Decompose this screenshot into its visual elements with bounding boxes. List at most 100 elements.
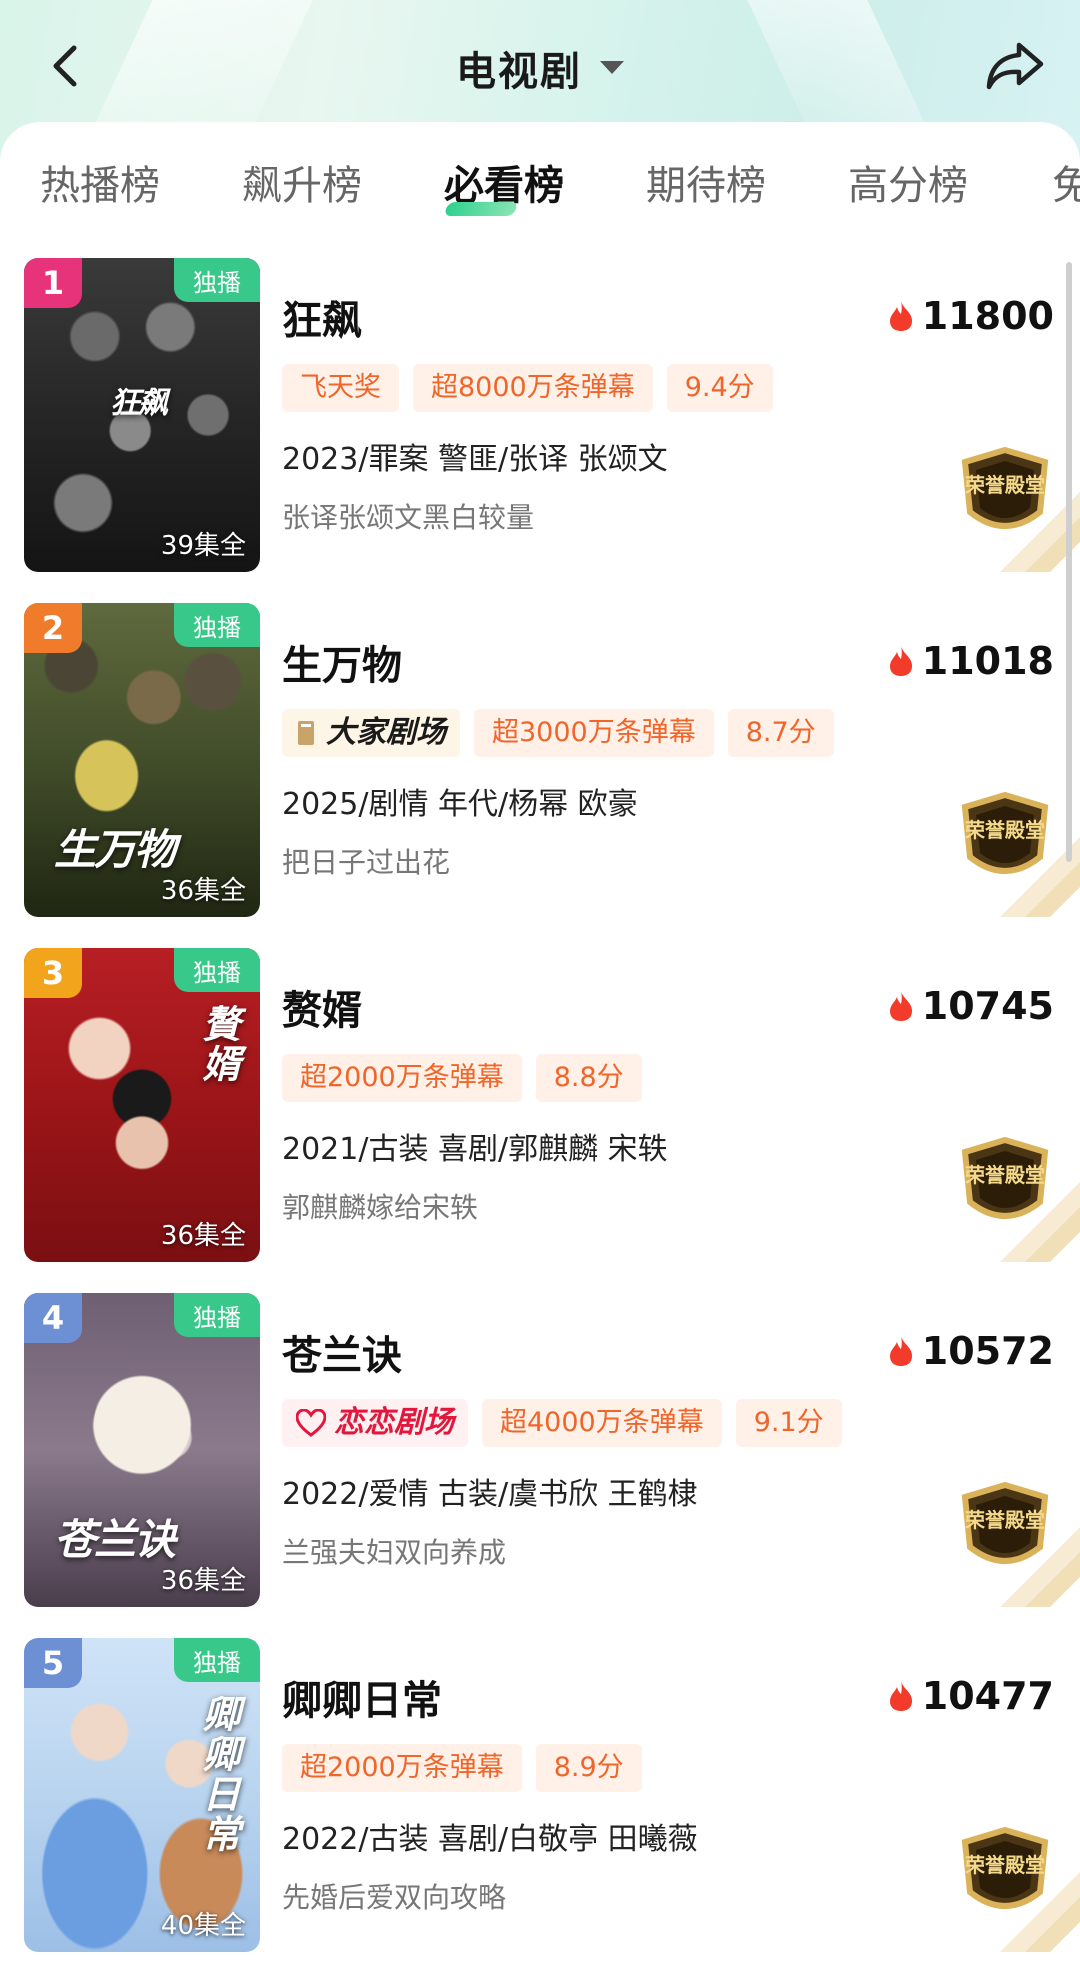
tab-hot[interactable]: 热播榜 [40, 156, 160, 216]
heat-value: 11018 [921, 639, 1054, 683]
share-arrow-icon [986, 42, 1044, 90]
drama-description: 兰强夫妇双向养成 [282, 1536, 507, 1569]
drama-description: 先婚后爱双向攻略 [282, 1881, 507, 1914]
heat-score: 10745 [888, 984, 1054, 1028]
rank-badge: 3 [24, 948, 82, 998]
episode-count: 40集全 [160, 1911, 246, 1941]
flame-icon [889, 646, 912, 676]
tag-row: 超2000万条弹幕 8.8分 [282, 1054, 642, 1102]
title-dropdown[interactable]: 电视剧 [0, 40, 1080, 96]
rank-badge: 5 [24, 1638, 82, 1688]
exclusive-badge: 独播 [174, 948, 260, 992]
heat-score: 11800 [888, 294, 1054, 338]
heart-icon [296, 1409, 326, 1437]
tag-row: 大家剧场 超3000万条弹幕 8.7分 [282, 709, 834, 757]
honor-hall-badge-icon: 荣誉殿堂 [961, 1481, 1080, 1607]
honor-hall-badge-icon: 荣誉殿堂 [961, 1136, 1080, 1262]
episode-count: 36集全 [160, 876, 246, 906]
exclusive-badge: 独播 [174, 1293, 260, 1337]
poster-image[interactable]: 生万物 2 独播 36集全 [24, 603, 260, 917]
honor-badge-text: 荣誉殿堂 [964, 1163, 1045, 1187]
flame-icon [889, 991, 912, 1021]
share-button[interactable] [980, 34, 1050, 98]
poster-title: 苍兰诀 [54, 1515, 176, 1564]
episode-count: 36集全 [160, 1566, 246, 1596]
poster-image[interactable]: 贅婿 3 独播 36集全 [24, 948, 260, 1262]
flame-icon [889, 1681, 912, 1711]
heat-value: 10745 [921, 984, 1054, 1028]
tag-row: 飞天奖 超8000万条弹幕 9.4分 [282, 364, 773, 412]
book-icon [298, 721, 314, 745]
drama-description: 把日子过出花 [282, 846, 451, 879]
list-item[interactable]: 苍兰诀 4 独播 36集全 苍兰诀 10572 恋恋剧场 超4000万条弹幕 9… [0, 1293, 1080, 1609]
rank-badge: 4 [24, 1293, 82, 1343]
top-nav-bar: 电视剧 [0, 0, 1080, 130]
theater-logo-text: 大家剧场 [326, 715, 446, 750]
poster-image[interactable]: 苍兰诀 4 独播 36集全 [24, 1293, 260, 1607]
honor-badge-text: 荣誉殿堂 [964, 818, 1045, 842]
heat-value: 10477 [921, 1674, 1054, 1718]
tag-row: 恋恋剧场 超4000万条弹幕 9.1分 [282, 1399, 842, 1447]
honor-hall-badge-icon: 荣誉殿堂 [961, 446, 1080, 572]
tag-row: 超2000万条弹幕 8.9分 [282, 1744, 642, 1792]
tab-anticipated[interactable]: 期待榜 [646, 156, 766, 216]
drama-title[interactable]: 苍兰诀 [282, 1323, 402, 1381]
flame-icon [889, 1336, 912, 1366]
exclusive-badge: 独播 [174, 603, 260, 647]
tab-high-score[interactable]: 高分榜 [848, 156, 968, 216]
tag-score: 9.1分 [735, 1399, 842, 1447]
theater-logo-tag: 大家剧场 [282, 709, 460, 757]
drama-description: 张译张颂文黑白较量 [282, 501, 535, 534]
drama-title[interactable]: 赘婿 [282, 978, 362, 1036]
poster-image[interactable]: 卿卿日常 5 独播 40集全 [24, 1638, 260, 1952]
exclusive-badge: 独播 [174, 258, 260, 302]
ranking-tabs: 热播榜 飙升榜 必看榜 期待榜 高分榜 免 [0, 148, 1080, 228]
drama-title[interactable]: 生万物 [282, 633, 402, 691]
flame-icon [889, 301, 912, 331]
theater-logo-text: 恋恋剧场 [334, 1405, 454, 1440]
episode-count: 36集全 [160, 1221, 246, 1251]
drama-meta: 2022/古装 喜剧/白敬亭 田曦薇 [282, 1822, 698, 1857]
scrollbar[interactable] [1066, 262, 1072, 862]
tab-rising[interactable]: 飙升榜 [242, 156, 362, 216]
tag-danmaku: 超2000万条弹幕 [282, 1054, 522, 1102]
honor-badge-text: 荣誉殿堂 [964, 473, 1045, 497]
tag-score: 9.4分 [666, 364, 773, 412]
list-item[interactable]: 卿卿日常 5 独播 40集全 卿卿日常 10477 超2000万条弹幕 8.9分… [0, 1638, 1080, 1954]
list-item[interactable]: 生万物 2 独播 36集全 生万物 11018 大家剧场 超3000万条弹幕 8… [0, 603, 1080, 919]
rank-badge: 1 [24, 258, 82, 308]
honor-badge-text: 荣誉殿堂 [964, 1853, 1045, 1877]
heat-value: 11800 [921, 294, 1054, 338]
drama-title[interactable]: 狂飙 [282, 288, 362, 346]
tab-more[interactable]: 免 [1052, 156, 1080, 216]
tag-danmaku: 超2000万条弹幕 [282, 1744, 522, 1792]
tag-score: 8.9分 [535, 1744, 642, 1792]
drama-meta: 2021/古装 喜剧/郭麒麟 宋轶 [282, 1132, 668, 1167]
drama-meta: 2025/剧情 年代/杨幂 欧豪 [282, 787, 638, 822]
tag-score: 8.7分 [727, 709, 834, 757]
poster-title: 卿卿日常 [196, 1694, 241, 1854]
honor-hall-badge-icon: 荣誉殿堂 [961, 1826, 1080, 1952]
honor-hall-badge-icon: 荣誉殿堂 [961, 791, 1080, 917]
drama-title[interactable]: 卿卿日常 [282, 1668, 442, 1726]
drama-meta: 2022/爱情 古装/虞书欣 王鹤棣 [282, 1477, 698, 1512]
poster-title: 贅婿 [196, 1004, 241, 1084]
heat-score: 10477 [888, 1674, 1054, 1718]
episode-count: 39集全 [160, 531, 246, 561]
list-item[interactable]: 贅婿 3 独播 36集全 赘婿 10745 超2000万条弹幕 8.8分 202… [0, 948, 1080, 1264]
page-title: 电视剧 [456, 49, 582, 95]
theater-logo-tag: 恋恋剧场 [282, 1399, 468, 1447]
heat-score: 10572 [888, 1329, 1054, 1373]
tag-danmaku: 超4000万条弹幕 [482, 1399, 722, 1447]
tag-danmaku: 超8000万条弹幕 [413, 364, 653, 412]
exclusive-badge: 独播 [174, 1638, 260, 1682]
list-item[interactable]: 狂飙 1 独播 39集全 狂飙 11800 飞天奖 超8000万条弹幕 9.4分… [0, 258, 1080, 574]
drama-meta: 2023/罪案 警匪/张译 张颂文 [282, 442, 668, 477]
honor-badge-text: 荣誉殿堂 [964, 1508, 1045, 1532]
poster-image[interactable]: 狂飙 1 独播 39集全 [24, 258, 260, 572]
poster-title: 狂飙 [110, 386, 168, 421]
heat-value: 10572 [921, 1329, 1054, 1373]
poster-title: 生万物 [54, 825, 176, 874]
caret-down-icon [600, 61, 624, 74]
rank-badge: 2 [24, 603, 82, 653]
